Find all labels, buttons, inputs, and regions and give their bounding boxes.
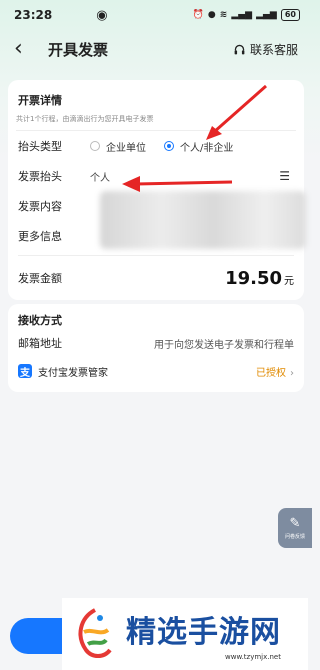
radio-personal[interactable]: 个人/非企业 (164, 139, 233, 154)
more-info-row[interactable]: 更多信息 (18, 221, 294, 251)
email-row[interactable]: 邮箱地址 用于向您发送电子发票和行程单 (18, 328, 294, 358)
headset-icon (234, 44, 245, 54)
details-section-title: 开票详情 (18, 94, 62, 107)
blurred-content-area: 发票内容 更多信息 (18, 191, 306, 251)
status-time: 23:28 (14, 8, 53, 22)
amount-value: 19.50 (225, 267, 282, 289)
receive-method-card: 接收方式 邮箱地址 用于向您发送电子发票和行程单 支 支付宝发票管家 已授权 › (8, 304, 304, 392)
edit-icon: ✎ (289, 516, 301, 531)
watermark: 精选手游网 www.tzymjx.net (62, 598, 308, 670)
service-label: 联系客服 (249, 42, 298, 57)
details-hint: 共计1个行程，由滴滴出行为您开具电子发票 (16, 108, 296, 131)
feedback-float-button[interactable]: ✎ 问卷反馈 (278, 508, 312, 548)
battery-icon: 60 (280, 9, 300, 21)
header-type-radio-group: 企业单位 个人/非企业 (90, 139, 233, 154)
radio-personal-label: 个人/非企业 (180, 142, 234, 154)
email-label: 邮箱地址 (18, 337, 62, 350)
back-icon[interactable]: ‹ (14, 38, 40, 60)
watermark-url: www.tzymjx.net (225, 653, 281, 661)
radio-company[interactable]: 企业单位 (90, 139, 146, 154)
signal-icon: ▂▄▆ (231, 10, 253, 20)
wifi-icon: ≋ (219, 10, 228, 20)
contact-service-button[interactable]: 联系客服 (233, 41, 298, 58)
alarm-icon: ⏰ (192, 10, 204, 20)
alipay-invoice-manager-row[interactable]: 支 支付宝发票管家 已授权 › (18, 358, 294, 384)
header-type-label: 抬头类型 (18, 140, 62, 153)
amount-unit: 元 (284, 275, 294, 287)
chevron-right-icon: › (290, 367, 294, 379)
status-bar: 23:28 ◉ ⏰ ● ≋ ▂▄▆ ▂▄▆ 60 (0, 0, 312, 30)
invoice-title-row[interactable]: 发票抬头 个人 ☰ (18, 161, 294, 191)
signal-icon-2: ▂▄▆ (256, 10, 277, 20)
list-icon[interactable]: ☰ (279, 169, 290, 183)
email-input[interactable]: 用于向您发送电子发票和行程单 (154, 336, 294, 351)
header-type-row: 抬头类型 企业单位 个人/非企业 (18, 131, 294, 161)
receive-section-title: 接收方式 (18, 314, 62, 327)
watermark-logo-icon (78, 608, 112, 658)
radio-company-label: 企业单位 (106, 142, 146, 154)
alipay-icon: 支 (18, 364, 32, 379)
radio-personal-dot[interactable] (164, 141, 174, 151)
status-icons: ⏰ ● ≋ ▂▄▆ ▂▄▆ 60 (193, 9, 300, 21)
amount-label: 发票金额 (18, 272, 62, 285)
amount-row: 发票金额 19.50 元 (18, 256, 294, 300)
invoice-content-label: 发票内容 (18, 200, 62, 213)
nav-bar: ‹ 开具发票 联系客服 (0, 30, 312, 68)
submit-button[interactable] (10, 618, 70, 654)
amount-value-group: 19.50 元 (225, 268, 294, 289)
more-info-label: 更多信息 (18, 230, 62, 243)
alipay-status: 已授权 (256, 367, 286, 379)
invoice-content-row[interactable]: 发票内容 (18, 191, 294, 221)
feedback-label: 问卷反馈 (284, 534, 305, 540)
invoice-title-label: 发票抬头 (18, 170, 62, 183)
watermark-title: 精选手游网 (126, 615, 281, 650)
location-icon: ● (207, 10, 216, 20)
eye-icon: ◉ (96, 7, 108, 23)
alipay-label: 支付宝发票管家 (38, 367, 108, 379)
invoice-details-card: 开票详情 共计1个行程，由滴滴出行为您开具电子发票 抬头类型 企业单位 个人/非… (8, 80, 306, 300)
page-title: 开具发票 (48, 40, 109, 59)
radio-company-dot[interactable] (90, 141, 100, 151)
invoice-title-value[interactable]: 个人 (90, 169, 110, 184)
